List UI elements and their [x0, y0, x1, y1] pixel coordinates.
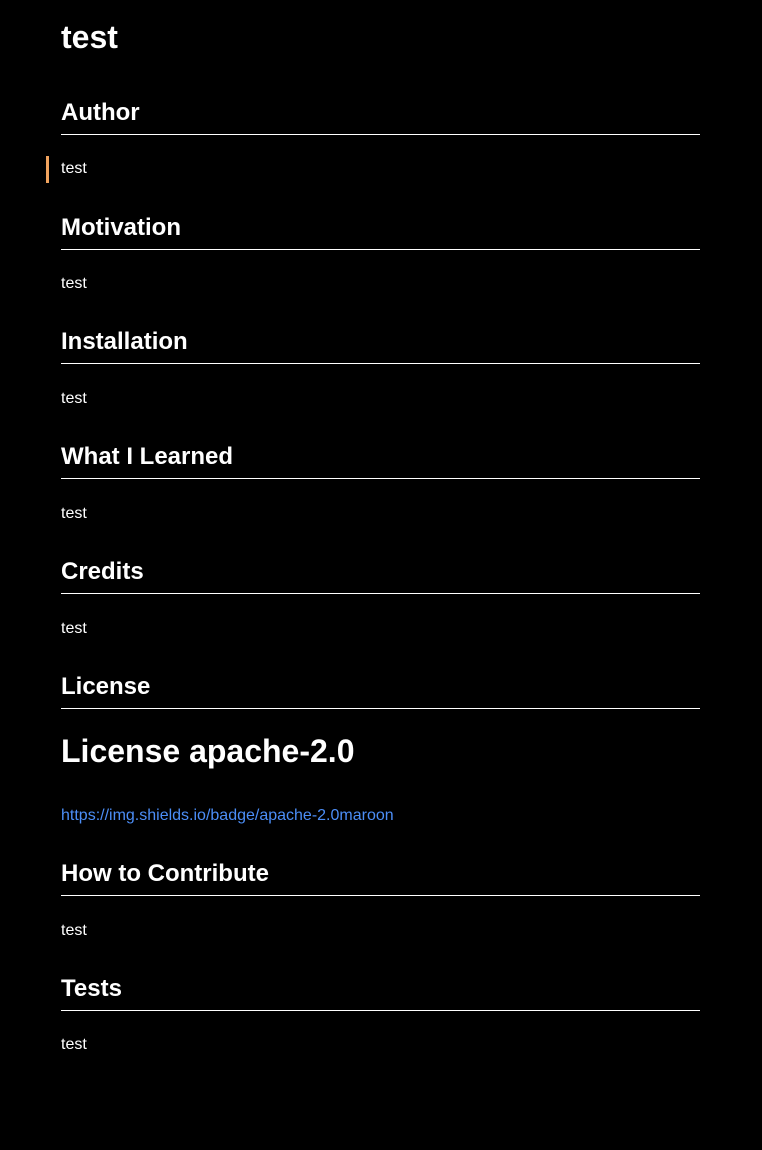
section-heading-motivation: Motivation	[61, 214, 700, 250]
license-badge-link[interactable]: https://img.shields.io/badge/apache-2.0m…	[61, 806, 394, 826]
section-text-credits: test	[61, 620, 87, 637]
section-heading-tests: Tests	[61, 975, 700, 1011]
section-text-installation: test	[61, 390, 87, 407]
section-heading-credits: Credits	[61, 558, 700, 594]
section-text-tests: test	[61, 1036, 87, 1053]
section-heading-author: Author	[61, 99, 700, 135]
page-title: test	[61, 19, 118, 55]
section-text-author: test	[61, 160, 87, 177]
active-line-marker	[46, 156, 49, 183]
section-heading-installation: Installation	[61, 328, 700, 364]
license-subheading: License apache-2.0	[61, 733, 355, 769]
section-text-motivation: test	[61, 275, 87, 292]
section-heading-what-i-learned: What I Learned	[61, 443, 700, 479]
section-heading-license: License	[61, 673, 700, 709]
readme-preview: test Author test Motivation test Install…	[0, 0, 762, 1150]
section-heading-how-to-contribute: How to Contribute	[61, 860, 700, 896]
section-text-how-to-contribute: test	[61, 922, 87, 939]
section-text-what-i-learned: test	[61, 505, 87, 522]
